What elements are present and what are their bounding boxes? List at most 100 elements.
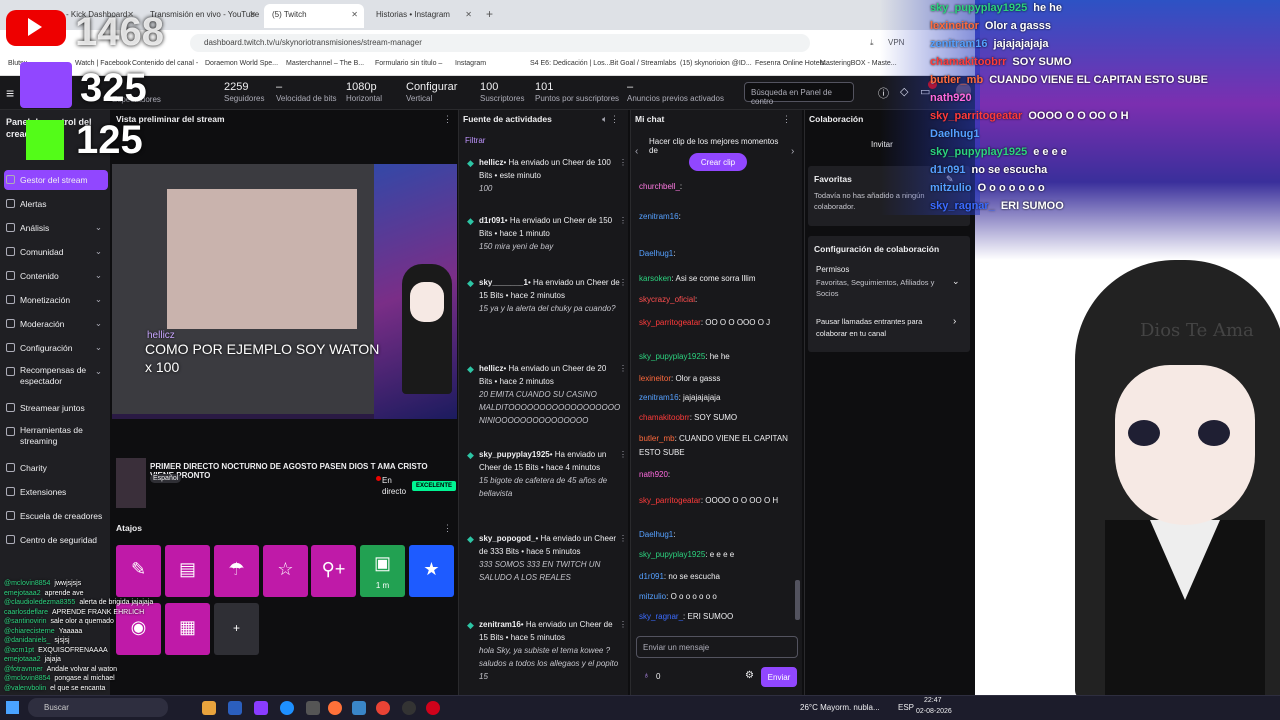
- close-icon[interactable]: ✕: [465, 10, 472, 19]
- mute-icon[interactable]: 🔈︎ ⋮: [602, 114, 619, 125]
- weather-label[interactable]: 26°C Mayorm. nubla...: [800, 703, 880, 712]
- language-indicator[interactable]: ESP: [898, 703, 914, 712]
- twitch-app-icon[interactable]: [254, 701, 268, 715]
- create-clip-button[interactable]: Crear clip: [689, 153, 747, 171]
- chat-username[interactable]: sky_ragnar_: [639, 612, 683, 621]
- sidebar-item[interactable]: Moderación ⌄: [4, 314, 108, 334]
- chat-username[interactable]: nath920: [639, 470, 668, 479]
- app-icon[interactable]: [352, 701, 366, 715]
- chat-username[interactable]: d1r091: [639, 572, 664, 581]
- feed-username[interactable]: zenitram16: [479, 620, 521, 629]
- edit-stream-info-button[interactable]: ✎: [116, 545, 161, 597]
- dashboard-search-input[interactable]: Búsqueda en Panel de contro: [744, 82, 854, 106]
- more-icon[interactable]: ⋮: [619, 618, 627, 631]
- chat-username[interactable]: zenitram16: [639, 393, 679, 402]
- opera-icon[interactable]: [426, 701, 440, 715]
- more-icon[interactable]: ⋮: [619, 532, 627, 545]
- chat-username[interactable]: sky_parritogeatar: [639, 496, 701, 505]
- chevron-down-icon[interactable]: ⌄: [95, 342, 102, 353]
- chevron-right-icon[interactable]: ›: [791, 146, 794, 157]
- favorite-button[interactable]: ★: [409, 545, 454, 597]
- chat-username[interactable]: butler_mb: [639, 434, 675, 443]
- stream-preview-player[interactable]: [112, 164, 457, 419]
- windows-start-icon[interactable]: [6, 701, 19, 714]
- sidebar-item[interactable]: Charity: [4, 458, 108, 478]
- new-tab-button[interactable]: +: [486, 7, 493, 21]
- chat-username[interactable]: Daelhug1: [639, 530, 673, 539]
- ad-break-button[interactable]: ▣ 1 m: [360, 545, 405, 597]
- edge-icon[interactable]: [280, 701, 294, 715]
- more-icon[interactable]: ⋮: [619, 276, 627, 289]
- sidebar-item[interactable]: Extensiones: [4, 482, 108, 502]
- poll-button[interactable]: ▦: [165, 603, 210, 655]
- chevron-left-icon[interactable]: ‹: [635, 146, 638, 157]
- close-icon[interactable]: ✕: [351, 10, 358, 19]
- permissions-value[interactable]: Favoritas, Seguimientos, Afiliados y Soc…: [816, 277, 941, 299]
- bookmark-item[interactable]: Doraemon World Spe...: [205, 60, 278, 67]
- feed-username[interactable]: hellicz: [479, 364, 503, 373]
- bookmark-item[interactable]: Formulario sin título –: [375, 60, 442, 67]
- app-icon[interactable]: [228, 701, 242, 715]
- sidebar-item[interactable]: Análisis ⌄: [4, 218, 108, 238]
- add-user-button[interactable]: ⚲+: [311, 545, 356, 597]
- chevron-down-icon[interactable]: ⌄: [95, 318, 102, 329]
- more-icon[interactable]: ⋮: [619, 448, 627, 461]
- pause-calls-setting[interactable]: Pausar llamadas entrantes para colaborar…: [816, 316, 936, 340]
- chevron-down-icon[interactable]: ⌄: [95, 366, 102, 377]
- more-icon[interactable]: ⋮: [619, 362, 627, 375]
- chat-username[interactable]: mitzulio: [639, 592, 666, 601]
- more-icon[interactable]: ⋮: [619, 214, 627, 227]
- tab-instagram[interactable]: Historias • Instagram ✕: [368, 4, 478, 28]
- chat-username[interactable]: sky_pupyplay1925: [639, 352, 705, 361]
- more-icon[interactable]: ⋮: [443, 523, 452, 534]
- chevron-down-icon[interactable]: ⌄: [95, 294, 102, 305]
- more-icon[interactable]: ⋮: [619, 156, 627, 169]
- close-icon[interactable]: ✕: [249, 10, 256, 19]
- chevron-right-icon[interactable]: ›: [953, 316, 956, 327]
- sidebar-item[interactable]: Comunidad ⌄: [4, 242, 108, 262]
- raid-button[interactable]: ☂: [214, 545, 259, 597]
- sidebar-item[interactable]: Alertas: [4, 194, 108, 214]
- sidebar-item[interactable]: Configuración ⌄: [4, 338, 108, 358]
- tab-twitch[interactable]: (5) Twitch ✕: [264, 4, 364, 28]
- more-icon[interactable]: ⋮: [443, 114, 452, 125]
- taskbar-search-input[interactable]: Buscar: [28, 698, 168, 717]
- bookmark-item[interactable]: Masterchannel – The B...: [286, 60, 364, 67]
- more-icon[interactable]: ⋮: [782, 114, 791, 125]
- sidebar-item[interactable]: Streamear juntos: [4, 398, 108, 418]
- feed-username[interactable]: sky_popogod_: [479, 534, 535, 543]
- chat-username[interactable]: sky_parritogeatar: [639, 318, 701, 327]
- sidebar-item[interactable]: Herramientas de streaming: [4, 422, 108, 450]
- stat-3[interactable]: Configurar Vertical: [406, 82, 457, 104]
- chevron-down-icon[interactable]: ⌄: [95, 246, 102, 257]
- chat-username[interactable]: chamakitoobrr: [639, 413, 690, 422]
- url-input[interactable]: dashboard.twitch.tv/u/skynoriotransmisio…: [190, 34, 810, 52]
- chevron-down-icon[interactable]: ⌄: [95, 270, 102, 281]
- chat-username[interactable]: churchbell_: [639, 182, 680, 191]
- create-clip-action-button[interactable]: ▤: [165, 545, 210, 597]
- sidebar-item[interactable]: Gestor del stream: [4, 170, 108, 190]
- highlight-button[interactable]: ☆: [263, 545, 308, 597]
- sidebar-item[interactable]: Recompensas de espectador ⌄: [4, 362, 108, 390]
- explorer-icon[interactable]: [202, 701, 216, 715]
- bookmark-item[interactable]: Bit Goal / Streamlabs: [610, 60, 676, 67]
- feed-username[interactable]: sky_______1: [479, 278, 528, 287]
- menu-icon[interactable]: ≡: [6, 85, 14, 101]
- sidebar-item[interactable]: Centro de seguridad: [4, 530, 108, 550]
- bookmark-item[interactable]: S4 E6: Dedicación | Los...: [530, 60, 610, 67]
- chevron-down-icon[interactable]: ⌄: [952, 276, 960, 287]
- chevron-down-icon[interactable]: ⌄: [95, 222, 102, 233]
- chat-username[interactable]: zenitram16: [639, 212, 679, 221]
- chat-username[interactable]: skycrazy_oficial: [639, 295, 695, 304]
- sidebar-item[interactable]: Monetización ⌄: [4, 290, 108, 310]
- chat-username[interactable]: karsoken: [639, 274, 671, 283]
- feed-username[interactable]: d1r091: [479, 216, 505, 225]
- feed-filter-button[interactable]: Filtrar: [465, 136, 485, 145]
- bookmark-item[interactable]: (15) skynorioion @ID...: [680, 60, 752, 67]
- feed-username[interactable]: hellicz: [479, 158, 503, 167]
- chat-username[interactable]: Daelhug1: [639, 249, 673, 258]
- bookmark-item[interactable]: Instagram: [455, 60, 486, 67]
- channel-points-icon[interactable]: ♁: [643, 670, 650, 680]
- feed-username[interactable]: sky_pupyplay1925: [479, 450, 550, 459]
- settings-icon[interactable]: ⚙: [745, 670, 754, 681]
